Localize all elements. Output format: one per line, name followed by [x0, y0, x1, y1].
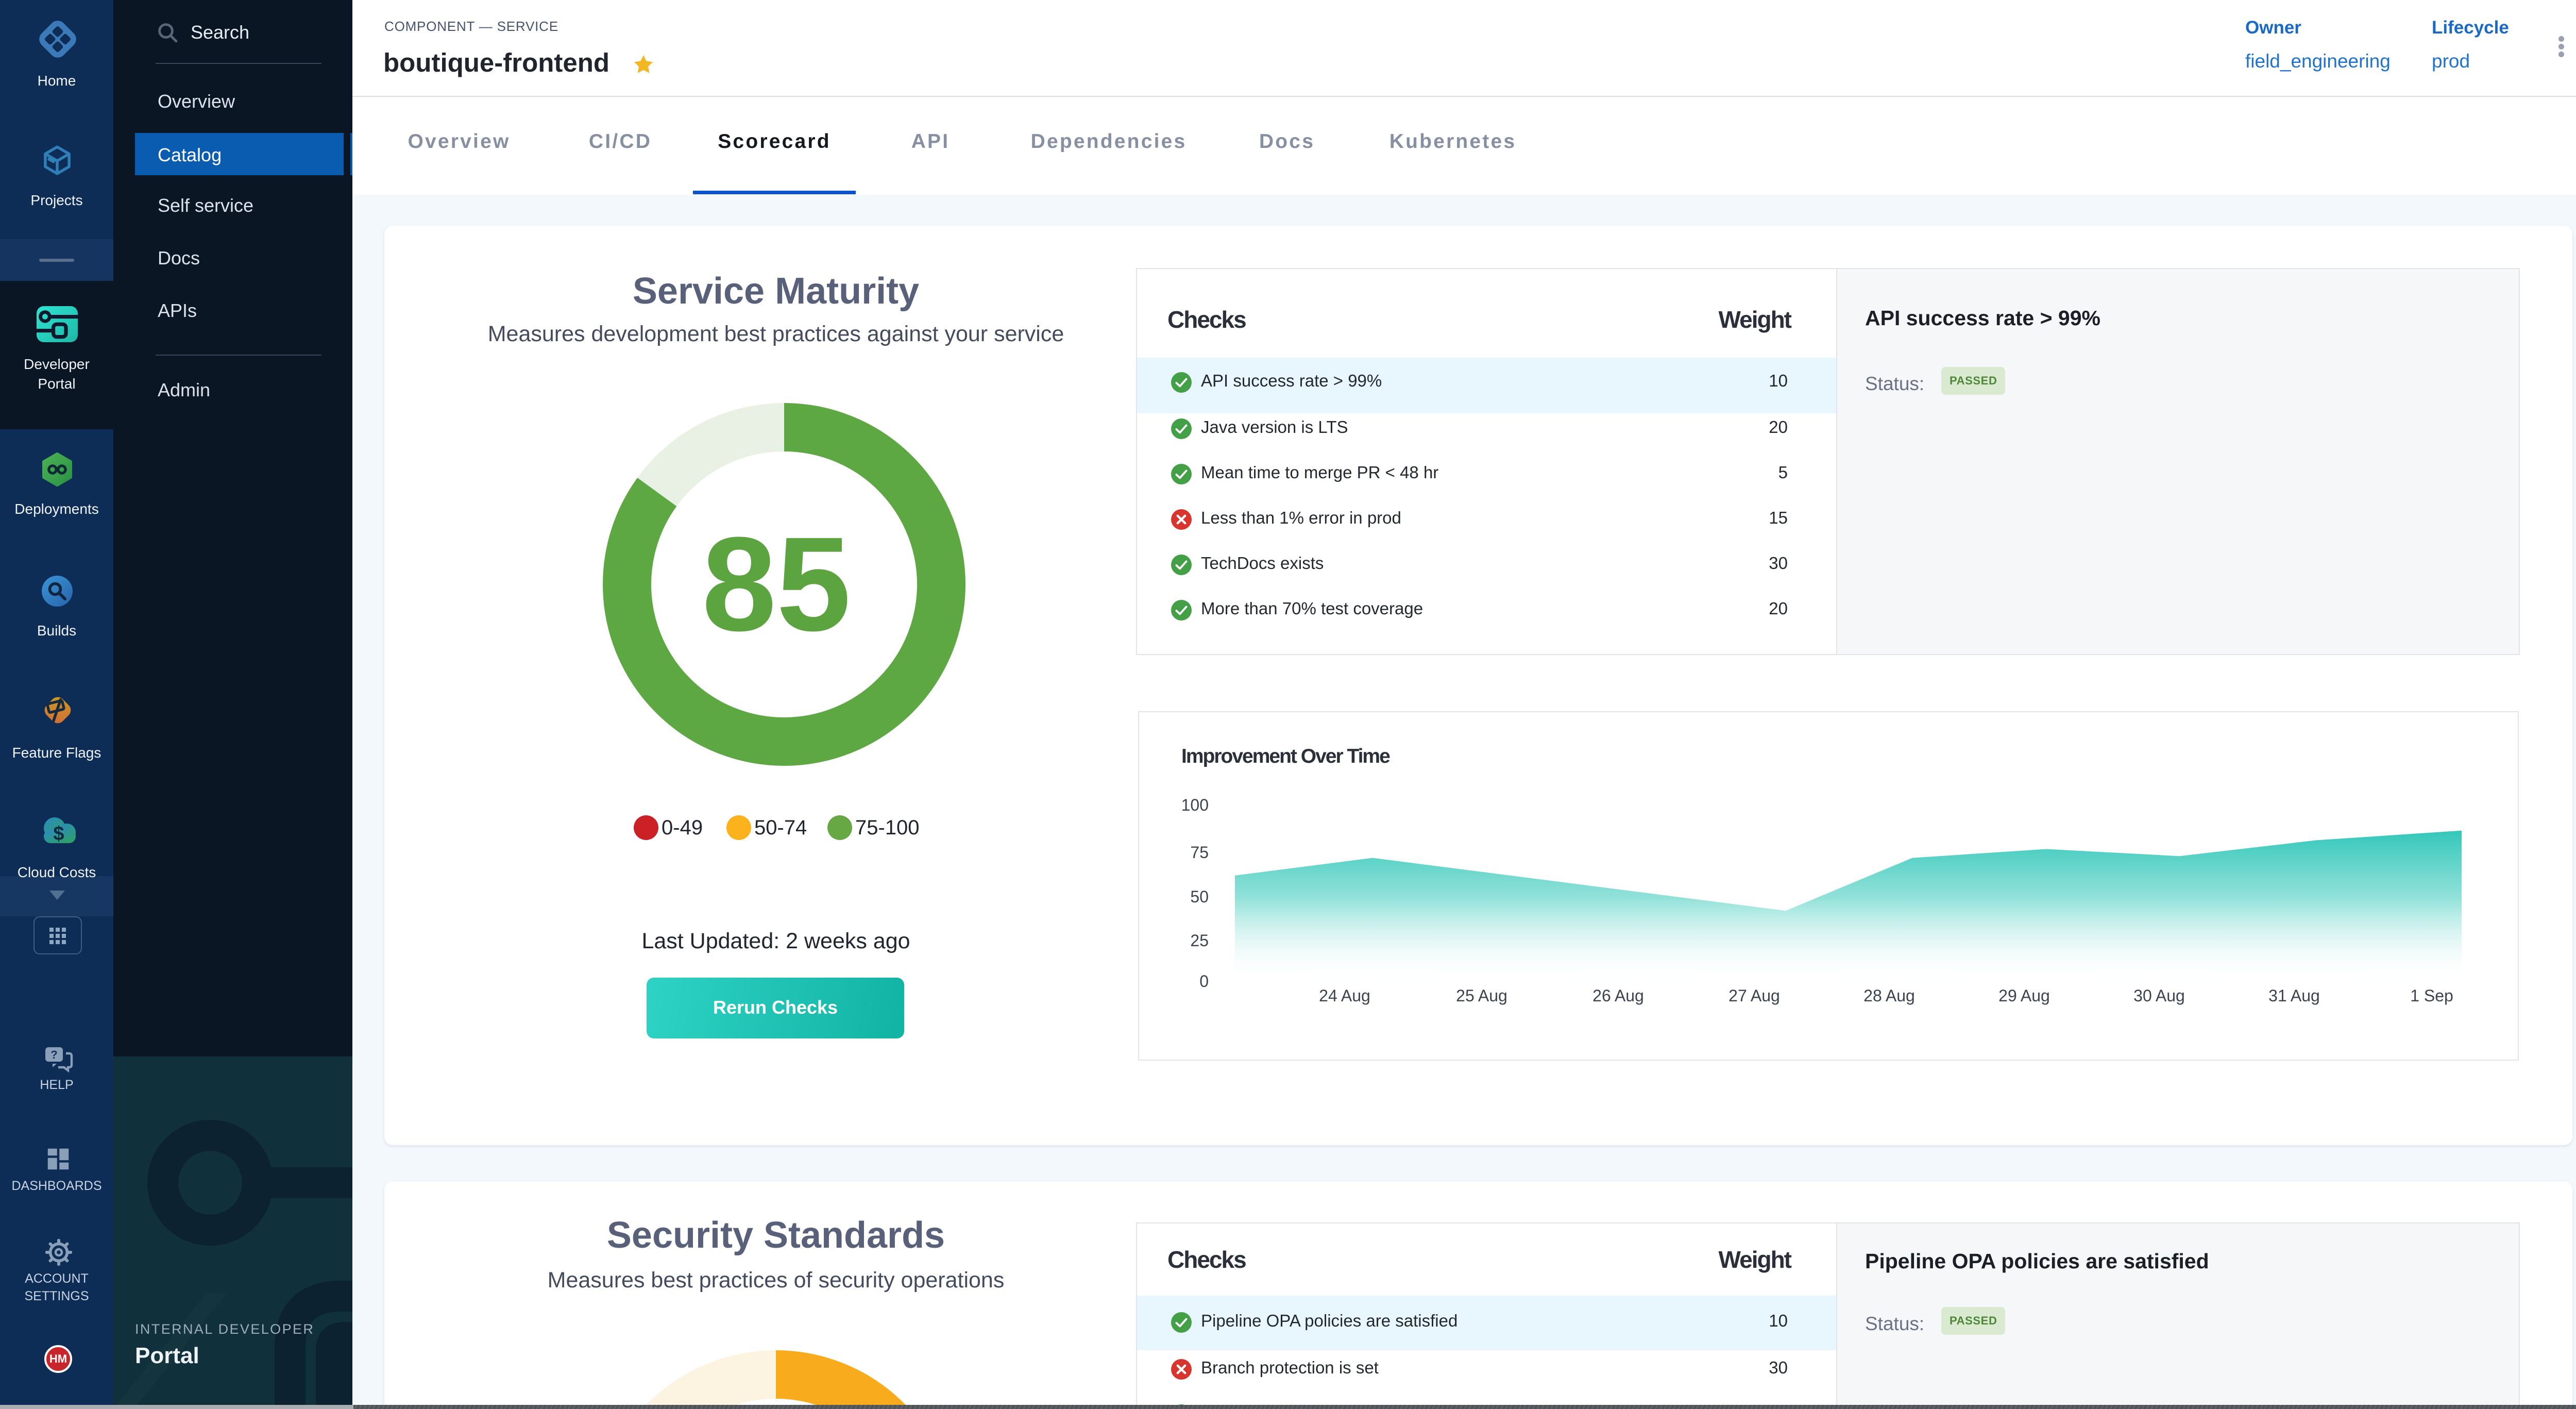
svg-text:$: $ [53, 823, 64, 845]
svg-text:?: ? [50, 1048, 57, 1061]
